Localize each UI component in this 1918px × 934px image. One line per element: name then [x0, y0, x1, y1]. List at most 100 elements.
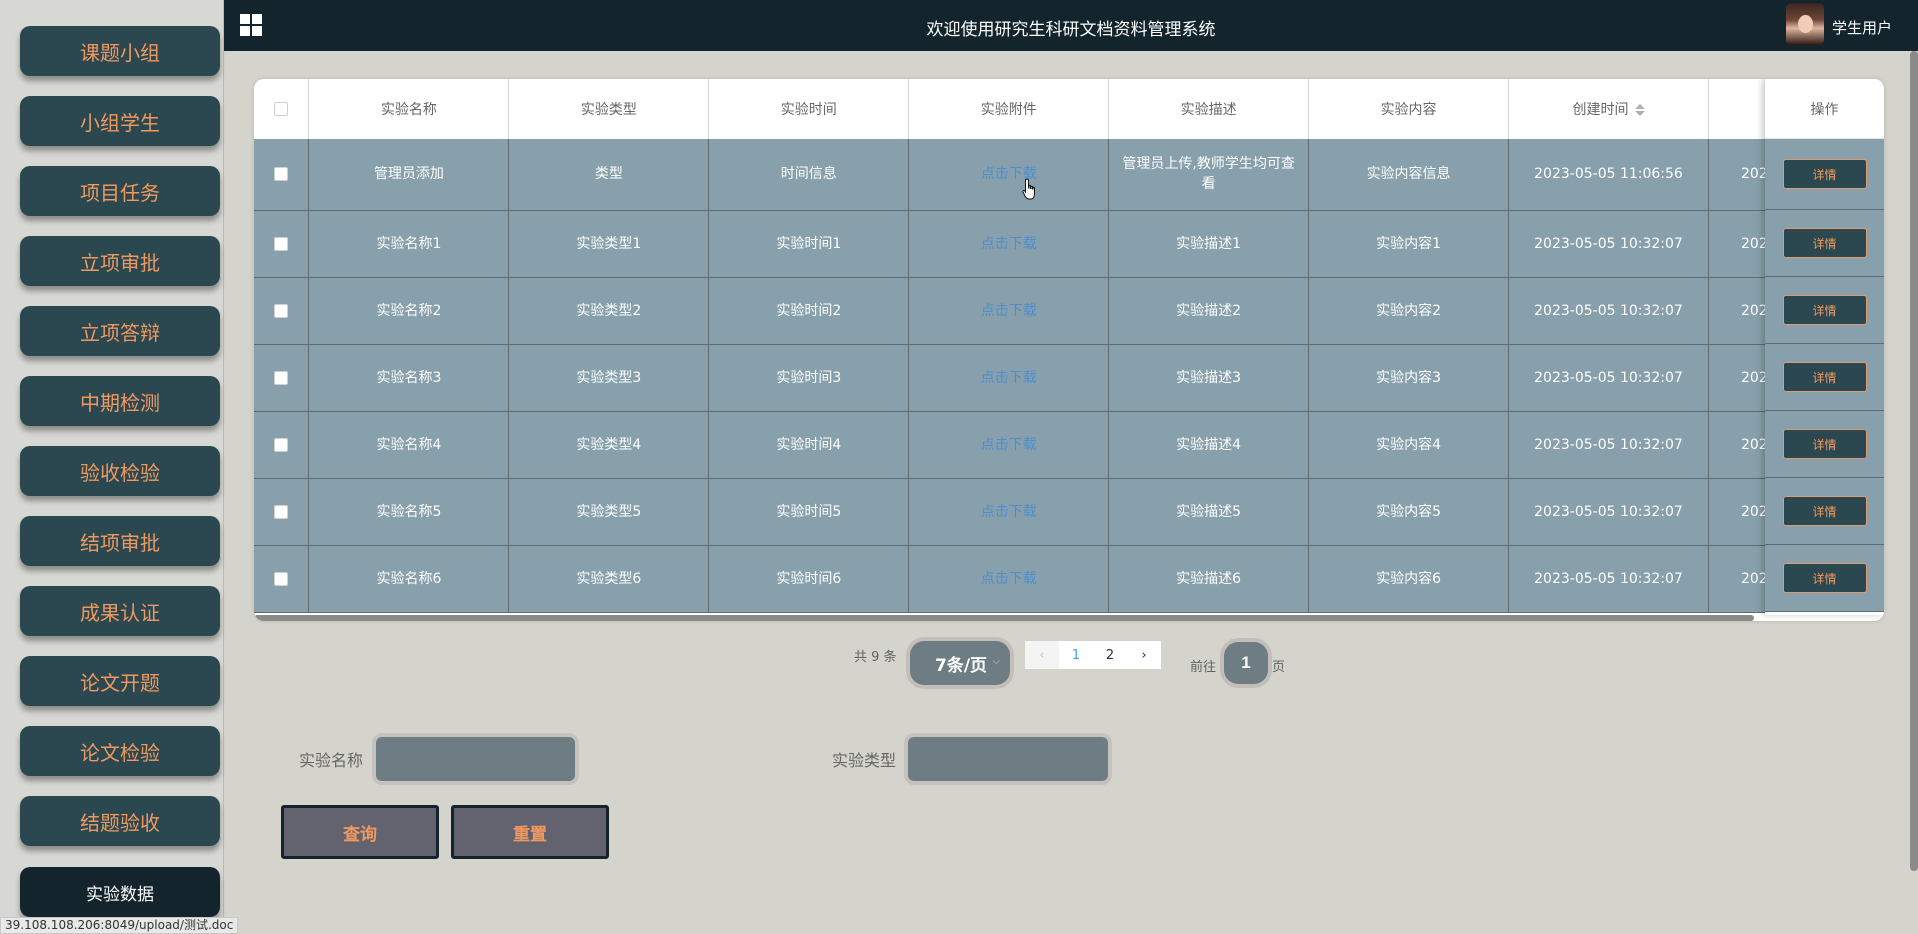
download-link[interactable]: 点击下载 [908, 210, 1110, 278]
sidebar-item[interactable]: 小组学生 [20, 96, 220, 146]
cell-name: 实验名称5 [308, 478, 510, 546]
cell-type: 实验类型3 [508, 344, 710, 412]
avatar[interactable] [1786, 3, 1824, 45]
cell-desc: 实验描述5 [1108, 478, 1310, 546]
row-select-cell [254, 277, 310, 345]
action-cell: 详情 [1765, 277, 1884, 344]
column-header-label: 创建时间 [1572, 102, 1629, 118]
column-header-label: 实验附件 [980, 102, 1037, 118]
hand-cursor-icon [1022, 178, 1035, 200]
cell-type: 实验类型5 [508, 478, 710, 546]
cell-content: 实验内容信息 [1308, 139, 1510, 211]
data-table: 实验名称 实验类型 实验时间 实验附件 实验描述 实验内容 创建时间 管理员添加 类型 时间信息… [254, 79, 1884, 621]
prev-page-button[interactable]: ‹ [1025, 641, 1059, 669]
column-header: 实验名称 [308, 79, 510, 139]
download-link[interactable]: 点击下载 [908, 277, 1110, 345]
detail-button[interactable]: 详情 [1782, 429, 1867, 459]
detail-button[interactable]: 详情 [1782, 496, 1867, 526]
cell-name: 实验名称2 [308, 277, 510, 345]
query-button[interactable]: 查询 [281, 805, 439, 859]
column-header[interactable]: 创建时间 [1508, 79, 1709, 139]
cell-desc: 实验描述6 [1108, 545, 1310, 613]
row-checkbox[interactable] [274, 167, 289, 182]
cell-type: 类型 [508, 139, 710, 211]
sidebar: 课题小组小组学生项目任务立项审批立项答辩中期检测验收检验结项审批成果认证论文开题… [0, 0, 224, 934]
user-name[interactable]: 学生用户 [1832, 17, 1892, 38]
type-input[interactable] [908, 737, 1108, 781]
detail-button[interactable]: 详情 [1782, 362, 1867, 392]
detail-button[interactable]: 详情 [1782, 159, 1867, 189]
sidebar-item[interactable]: 结题验收 [20, 796, 220, 846]
row-select-cell [254, 139, 310, 211]
download-link[interactable]: 点击下载 [908, 411, 1110, 479]
page-size-select[interactable]: 7条/页 ⌵ [910, 641, 1010, 685]
row-select-cell [254, 478, 310, 546]
download-link[interactable]: 点击下载 [908, 545, 1110, 613]
cell-time: 时间信息 [708, 139, 910, 211]
sidebar-item[interactable]: 验收检验 [20, 446, 220, 496]
cell-desc: 管理员上传,教师学生均可查看 [1108, 139, 1310, 211]
sidebar-item[interactable]: 结项审批 [20, 516, 220, 566]
sidebar-item[interactable]: 立项审批 [20, 236, 220, 286]
download-link[interactable]: 点击下载 [908, 344, 1110, 412]
row-select-cell [254, 545, 310, 613]
detail-button[interactable]: 详情 [1782, 295, 1867, 325]
cell-desc: 实验描述3 [1108, 344, 1310, 412]
sidebar-item[interactable]: 课题小组 [20, 26, 220, 76]
column-header-label: 实验描述 [1180, 102, 1237, 118]
sidebar-item[interactable]: 中期检测 [20, 376, 220, 426]
table-row: 实验名称4 实验类型4 实验时间4 点击下载 实验描述4 实验内容4 2023-05-05 … [254, 411, 1884, 479]
detail-button[interactable]: 详情 [1782, 228, 1867, 258]
page-size-value: 7条/页 [935, 655, 988, 676]
column-header-label: 实验名称 [380, 102, 437, 118]
column-header-label: 实验时间 [780, 102, 837, 118]
table-row: 实验名称5 实验类型5 实验时间5 点击下载 实验描述5 实验内容5 2023-05-05 … [254, 478, 1884, 546]
action-cell: 详情 [1765, 139, 1884, 210]
select-all-header [254, 79, 310, 139]
action-cell: 详情 [1765, 478, 1884, 545]
vertical-scrollbar[interactable] [1910, 51, 1918, 871]
detail-button[interactable]: 详情 [1782, 563, 1867, 593]
goto-input[interactable]: 1 [1224, 642, 1268, 684]
cell-name: 实验名称3 [308, 344, 510, 412]
cell-time: 实验时间5 [708, 478, 910, 546]
row-checkbox[interactable] [274, 236, 289, 251]
sidebar-item[interactable]: 项目任务 [20, 166, 220, 216]
download-link[interactable]: 点击下载 [908, 139, 1110, 211]
status-bar-url: 39.108.108.206:8049/upload/测试.doc [0, 917, 239, 934]
chevron-down-icon: ⌵ [992, 656, 1000, 667]
sidebar-item[interactable]: 论文开题 [20, 656, 220, 706]
column-header: 实验附件 [908, 79, 1110, 139]
action-header: 操作 [1765, 79, 1884, 139]
sidebar-item[interactable]: 论文检验 [20, 726, 220, 776]
row-checkbox[interactable] [274, 370, 289, 385]
row-checkbox[interactable] [274, 437, 289, 452]
reset-button[interactable]: 重置 [451, 805, 609, 859]
cell-created: 2023-05-05 10:32:07 [1508, 545, 1709, 613]
cell-type: 实验类型6 [508, 545, 710, 613]
next-page-button[interactable]: › [1127, 641, 1161, 669]
sidebar-item[interactable]: 实验数据 [20, 867, 220, 917]
row-checkbox[interactable] [274, 571, 289, 586]
table-row: 实验名称2 实验类型2 实验时间2 点击下载 实验描述2 实验内容2 2023-05-05 … [254, 277, 1884, 345]
top-bar: 欢迎使用研究生科研文档资料管理系统 学生用户 [224, 0, 1918, 51]
sidebar-item[interactable]: 立项答辩 [20, 306, 220, 356]
horizontal-scrollbar[interactable] [254, 615, 1754, 621]
table-row: 实验名称6 实验类型6 实验时间6 点击下载 实验描述6 实验内容6 2023-05-05 … [254, 545, 1884, 613]
sidebar-item[interactable]: 成果认证 [20, 586, 220, 636]
download-link[interactable]: 点击下载 [908, 478, 1110, 546]
select-all-checkbox[interactable] [274, 102, 289, 116]
cell-created: 2023-05-05 10:32:07 [1508, 411, 1709, 479]
row-checkbox[interactable] [274, 504, 289, 519]
page-1[interactable]: 1 [1059, 641, 1093, 669]
column-header: 实验内容 [1308, 79, 1510, 139]
cell-name: 实验名称1 [308, 210, 510, 278]
row-checkbox[interactable] [274, 303, 289, 318]
name-input[interactable] [376, 737, 575, 781]
page-2[interactable]: 2 [1093, 641, 1127, 669]
cell-type: 实验类型2 [508, 277, 710, 345]
cell-created: 2023-05-05 10:32:07 [1508, 344, 1709, 412]
cell-desc: 实验描述1 [1108, 210, 1310, 278]
type-label: 实验类型 [832, 751, 897, 770]
sort-icon[interactable] [1634, 104, 1645, 116]
